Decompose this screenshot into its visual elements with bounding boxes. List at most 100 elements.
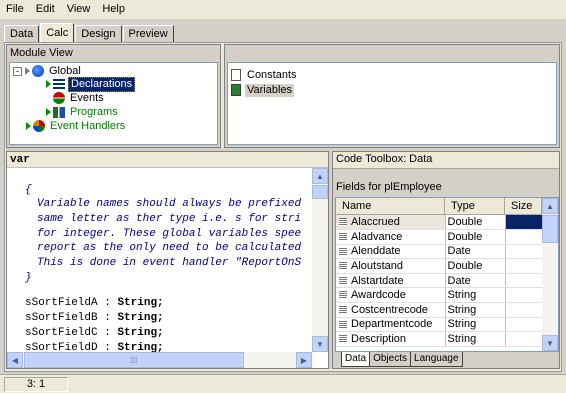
field-name: Costcentrecode — [351, 303, 429, 316]
module-view-title: Module View — [7, 45, 220, 61]
comment-line: This is done in event handler "ReportOnS — [37, 257, 302, 269]
document-icon — [231, 69, 241, 81]
column-header-name[interactable]: Name — [336, 198, 445, 215]
toolbox-tab-language[interactable]: Language — [411, 352, 463, 367]
toolbox-tab-data[interactable]: Data — [341, 352, 371, 367]
scroll-thumb[interactable] — [312, 185, 328, 199]
fields-vertical-scrollbar[interactable]: ▲ ▼ — [542, 198, 558, 351]
fields-grid[interactable]: Name Type Size Alaccrued Double Aladvance D… — [335, 197, 559, 352]
tree-item-events[interactable]: Events — [53, 91, 106, 105]
declaration-line: sSortFieldA : String; — [25, 297, 164, 309]
tree-label-event-handlers: Event Handlers — [50, 119, 126, 132]
tree-item-programs[interactable]: Programs — [46, 105, 120, 119]
tab-data[interactable]: Data — [4, 25, 40, 43]
main-tabs: Data Calc Design Preview — [4, 23, 175, 44]
scroll-down-button[interactable]: ▼ — [312, 336, 328, 352]
field-name: Alenddate — [351, 245, 401, 258]
menu-file[interactable]: File — [0, 0, 30, 19]
field-size — [505, 229, 543, 245]
menu-view[interactable]: View — [61, 0, 97, 19]
column-header-size[interactable]: Size — [505, 198, 542, 215]
cursor-position-text: 3: 1 — [26, 378, 46, 390]
expand-arrow-icon — [46, 80, 51, 88]
menu-help[interactable]: Help — [96, 0, 131, 19]
field-name: Description — [351, 333, 407, 346]
status-bar: 3: 1 — [0, 374, 566, 393]
field-row[interactable]: Aladvance Double — [336, 229, 543, 245]
field-type: String — [445, 331, 506, 347]
field-row[interactable]: Alaccrued Double — [336, 215, 543, 231]
scroll-down-button[interactable]: ▼ — [542, 335, 558, 351]
collapse-icon[interactable]: - — [13, 66, 22, 76]
expand-arrow-icon — [26, 122, 31, 130]
programs-icon — [53, 106, 65, 118]
field-icon — [339, 276, 347, 285]
field-size — [505, 215, 543, 231]
field-icon — [339, 232, 347, 241]
scroll-left-button[interactable]: ◀ — [7, 352, 23, 368]
field-row[interactable]: Aloutstand Double — [336, 258, 543, 274]
list-item-constants[interactable]: Constants — [231, 68, 299, 82]
comment-line: for integer. These global variables spee — [37, 228, 302, 240]
field-type: String — [445, 317, 506, 333]
module-view-panel: Module View - Global Declarations Events… — [6, 44, 221, 148]
field-type: Double — [445, 229, 506, 245]
scroll-thumb[interactable] — [542, 215, 558, 243]
field-type: String — [445, 302, 506, 318]
field-type: Date — [445, 244, 506, 260]
list-label-constants: Constants — [247, 68, 297, 81]
code-keyword: var — [10, 154, 30, 166]
fields-grid-body: Alaccrued Double Aladvance Double Alenddate D… — [336, 215, 543, 347]
field-row[interactable]: Alenddate Date — [336, 244, 543, 260]
tree-item-declarations[interactable]: Declarations — [46, 76, 136, 92]
code-vertical-scrollbar[interactable]: ▲ ▼ — [312, 168, 328, 352]
field-row[interactable]: Departmentcode String — [336, 317, 543, 333]
cursor-position: 3: 1 — [4, 377, 68, 392]
scroll-up-button[interactable]: ▲ — [312, 168, 328, 184]
code-toolbox-panel: Code Toolbox: Data Fields for plEmployee… — [332, 151, 560, 369]
field-icon — [339, 320, 347, 329]
field-icon — [339, 291, 347, 300]
field-icon — [339, 262, 347, 271]
field-row[interactable]: Costcentrecode String — [336, 302, 543, 318]
comment-close-brace: } — [25, 272, 32, 284]
field-name: Departmentcode — [351, 318, 433, 331]
declaration-line: sSortFieldC : String; — [25, 327, 164, 339]
code-horizontal-scrollbar[interactable]: ◀ ⁞⁞⁞ ▶ — [7, 352, 312, 368]
tree-item-event-handlers[interactable]: Event Handlers — [26, 119, 127, 133]
field-size — [505, 317, 543, 333]
field-type: String — [445, 287, 506, 304]
code-editor[interactable]: var { Variable names should always be pr… — [6, 151, 329, 369]
field-size — [505, 273, 543, 289]
scroll-right-button[interactable]: ▶ — [296, 352, 312, 368]
field-row[interactable]: Description String — [336, 331, 543, 347]
event-handlers-icon — [33, 120, 45, 132]
column-header-type[interactable]: Type — [445, 198, 505, 215]
tree-label-programs: Programs — [70, 105, 118, 118]
field-name: Alaccrued — [351, 216, 400, 229]
expand-arrow-icon — [46, 108, 51, 116]
variables-icon — [231, 84, 241, 96]
scroll-up-button[interactable]: ▲ — [542, 198, 558, 214]
field-name: Awardcode — [351, 289, 406, 302]
tab-design[interactable]: Design — [75, 25, 122, 43]
field-type: Double — [445, 258, 506, 274]
field-row[interactable]: Awardcode String — [336, 287, 543, 304]
tab-preview[interactable]: Preview — [122, 25, 174, 43]
field-size — [505, 244, 543, 260]
field-size — [505, 302, 543, 318]
toolbox-bottom-tabs: Data Objects Language — [341, 352, 463, 367]
field-icon — [339, 335, 347, 344]
field-row[interactable]: Alstartdate Date — [336, 273, 543, 289]
list-label-variables: Variables — [245, 83, 295, 97]
tab-calc[interactable]: Calc — [40, 23, 75, 44]
toolbox-tab-objects[interactable]: Objects — [370, 352, 412, 367]
scroll-thumb[interactable]: ⁞⁞⁞ — [24, 352, 244, 368]
code-body: { Variable names should always be prefix… — [7, 179, 313, 353]
field-icon — [339, 218, 347, 227]
comment-line: report as the only need to be calculated — [37, 242, 302, 254]
list-item-variables[interactable]: Variables — [231, 83, 295, 97]
menu-edit[interactable]: Edit — [30, 0, 61, 19]
fields-table: Alaccrued Double Aladvance Double Alenddate D… — [336, 215, 543, 347]
menu-bar: File Edit View Help — [0, 0, 566, 19]
